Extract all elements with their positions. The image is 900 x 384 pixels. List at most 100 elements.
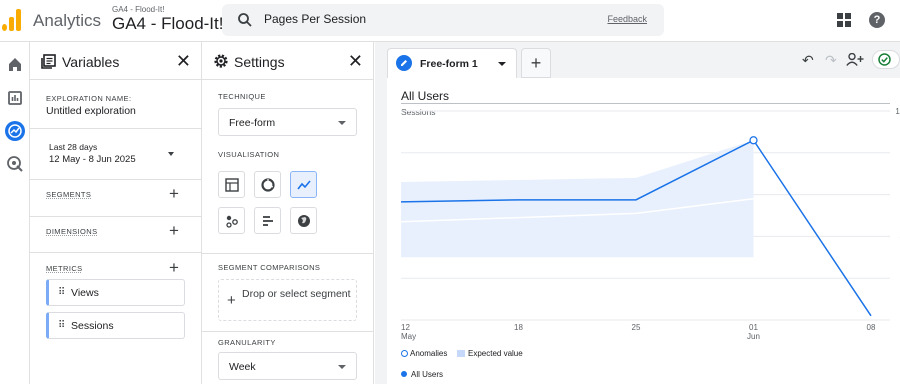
apps-grid-icon[interactable] — [837, 13, 851, 27]
date-range-picker[interactable]: Last 28 days 12 May - 8 Jun 2025 — [44, 140, 184, 170]
add-segment-icon[interactable]: + — [169, 185, 179, 202]
analytics-logo-icon[interactable] — [2, 9, 22, 31]
table-icon — [225, 178, 239, 192]
variables-icon — [41, 54, 56, 69]
edit-pencil-icon — [396, 55, 412, 71]
exploration-canvas: Free-form 1 + ↶ ↷ All Users Sessions 100… — [375, 42, 900, 384]
exploration-name-input[interactable]: Untitled exploration — [46, 105, 136, 117]
divider — [30, 179, 201, 180]
table-viz-button[interactable] — [218, 171, 245, 198]
variables-panel: Variables ✕ EXPLORATION NAME: Untitled e… — [30, 42, 202, 384]
add-dimension-icon[interactable]: + — [169, 222, 179, 239]
granularity-value: Week — [229, 361, 256, 373]
search-icon — [238, 13, 252, 27]
property-selector[interactable]: GA4 - Flood-It! — [112, 14, 223, 34]
donut-chart-icon — [261, 178, 275, 192]
add-metric-icon[interactable]: + — [169, 259, 179, 276]
left-nav — [0, 42, 30, 384]
scatter-plot-icon — [226, 215, 238, 228]
x-tick-sublabel: Jun — [747, 332, 760, 341]
granularity-select[interactable]: Week — [218, 352, 357, 380]
anomaly-marker — [749, 136, 758, 145]
search-bar[interactable]: Pages Per Session Feedback — [222, 4, 664, 36]
tab-bar: Free-form 1 + ↶ ↷ — [375, 42, 900, 78]
drag-handle-icon[interactable]: ⠿ — [58, 320, 65, 331]
granularity-label: GRANULARITY — [218, 338, 276, 347]
y-tick-label: 100K — [895, 107, 900, 116]
app-name: Analytics — [33, 11, 102, 30]
technique-label: TECHNIQUE — [218, 92, 266, 101]
x-tick-sublabel: May — [401, 332, 416, 341]
expected-legend-icon — [457, 350, 465, 357]
x-tick-label: 01 — [749, 323, 758, 332]
help-icon[interactable]: ? — [869, 12, 885, 28]
data-quality-button[interactable] — [872, 50, 900, 69]
settings-title: Settings — [234, 54, 285, 70]
undo-icon[interactable]: ↶ — [802, 52, 814, 69]
dimensions-label: DIMENSIONS — [46, 227, 98, 236]
chevron-down-icon — [338, 365, 346, 369]
globe-icon — [298, 215, 310, 227]
line-chart[interactable]: 100K80K60K40K20K012May182501Jun08 — [387, 78, 900, 384]
legend-label: Expected value — [468, 349, 523, 358]
segment-drop-zone[interactable]: + Drop or select segment — [218, 279, 357, 321]
x-tick-label: 08 — [867, 323, 876, 332]
add-icon: + — [227, 292, 236, 309]
exploration-name-label: EXPLORATION NAME: — [46, 94, 132, 103]
x-tick-label: 12 — [401, 323, 410, 332]
chart-card: All Users Sessions 100K80K60K40K20K012Ma… — [387, 78, 900, 384]
line-viz-button[interactable] — [290, 171, 317, 198]
legend-expected-value[interactable]: Expected value — [457, 349, 523, 358]
bar-viz-button[interactable] — [254, 207, 281, 234]
technique-value: Free-form — [229, 117, 276, 129]
close-settings-icon[interactable]: ✕ — [348, 52, 363, 70]
share-user-icon[interactable] — [846, 53, 864, 66]
expected-band — [401, 140, 754, 258]
add-tab-button[interactable]: + — [521, 48, 551, 78]
advertising-icon[interactable] — [4, 153, 26, 175]
bar-chart-icon — [263, 216, 273, 226]
reports-icon[interactable] — [4, 87, 26, 109]
metric-chip-sessions[interactable]: ⠿ Sessions — [46, 312, 185, 339]
segment-comparisons-label: SEGMENT COMPARISONS — [218, 263, 321, 272]
segments-label: SEGMENTS — [46, 190, 92, 199]
x-tick-label: 25 — [632, 323, 641, 332]
redo-icon[interactable]: ↷ — [825, 52, 837, 69]
chevron-down-icon — [168, 152, 174, 156]
feedback-link[interactable]: Feedback — [607, 14, 647, 24]
tab-label: Free-form 1 — [420, 58, 478, 70]
legend-all-users[interactable]: All Users — [401, 370, 443, 379]
divider — [30, 128, 201, 129]
close-variables-icon[interactable]: ✕ — [176, 52, 191, 70]
metric-label: Views — [71, 287, 99, 299]
scatter-viz-button[interactable] — [218, 207, 245, 234]
variables-title: Variables — [62, 54, 120, 70]
divider — [202, 253, 373, 254]
legend-label: All Users — [411, 370, 444, 379]
legend-anomalies[interactable]: Anomalies — [401, 349, 447, 358]
anomaly-legend-icon — [401, 350, 408, 357]
explore-icon[interactable] — [4, 120, 26, 142]
drag-handle-icon[interactable]: ⠿ — [58, 287, 65, 298]
divider — [30, 252, 201, 253]
chevron-down-icon[interactable] — [498, 62, 506, 66]
geo-viz-button[interactable] — [290, 207, 317, 234]
date-range-label: Last 28 days — [49, 142, 98, 152]
date-range-value: 12 May - 8 Jun 2025 — [49, 154, 136, 165]
legend-label: Anomalies — [410, 349, 448, 358]
metric-chip-views[interactable]: ⠿ Views — [46, 279, 185, 306]
tab-free-form-1[interactable]: Free-form 1 — [387, 48, 517, 78]
gear-icon — [214, 54, 228, 68]
top-bar: Analytics GA4 - Flood-It! GA4 - Flood-It… — [0, 0, 900, 42]
metrics-label: METRICS — [46, 264, 83, 273]
check-circle-icon — [878, 53, 891, 66]
drop-segment-label: Drop or select segment — [242, 288, 351, 300]
divider — [30, 216, 201, 217]
line-chart-icon — [297, 180, 311, 190]
series-dot-icon — [401, 371, 407, 377]
technique-select[interactable]: Free-form — [218, 108, 357, 136]
search-input[interactable]: Pages Per Session — [264, 12, 366, 26]
donut-viz-button[interactable] — [254, 171, 281, 198]
home-icon[interactable] — [4, 54, 26, 76]
account-name-small[interactable]: GA4 - Flood-It! — [112, 5, 164, 14]
